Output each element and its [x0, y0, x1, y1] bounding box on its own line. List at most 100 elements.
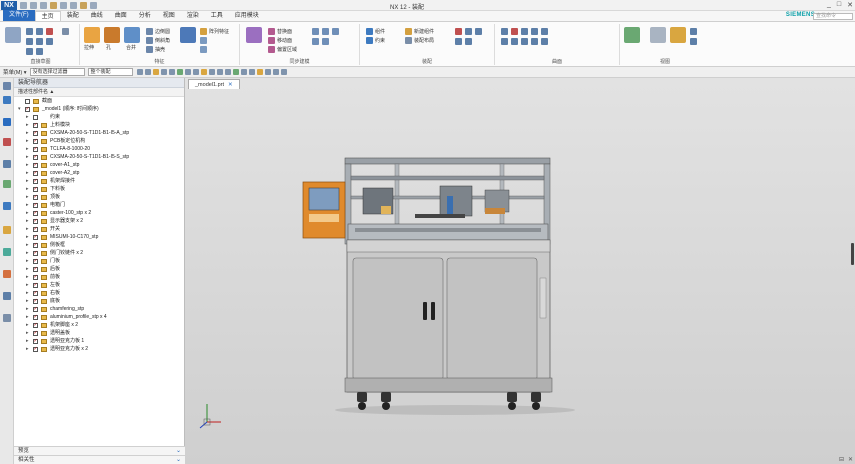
- view-triad[interactable]: [199, 404, 221, 429]
- fit-view-icon[interactable]: [200, 69, 207, 75]
- tree-row[interactable]: ▸ 机架脚座 x 2: [14, 321, 184, 329]
- more-features-icon[interactable]: [200, 46, 207, 53]
- new-component-icon[interactable]: [405, 28, 412, 35]
- collapse-icon[interactable]: ▾: [18, 105, 21, 113]
- visibility-checkbox[interactable]: [33, 337, 38, 345]
- expand-icon[interactable]: ▸: [26, 169, 29, 177]
- tree-row[interactable]: ▸ PCB板定位机构: [14, 137, 184, 145]
- expand-icon[interactable]: ▸: [26, 265, 29, 273]
- check-clearance-icon[interactable]: [465, 38, 472, 45]
- expand-icon[interactable]: ▸: [26, 305, 29, 313]
- expand-icon[interactable]: ▸: [26, 345, 29, 353]
- tab-curve[interactable]: 曲线: [85, 11, 109, 21]
- tree-row[interactable]: ▸ cover-A2_stp: [14, 169, 184, 177]
- window-switch-icon[interactable]: [80, 1, 87, 9]
- visibility-checkbox[interactable]: [33, 121, 38, 129]
- process-studio-icon[interactable]: [3, 248, 11, 256]
- expand-icon[interactable]: ▸: [26, 217, 29, 225]
- expand-icon[interactable]: ▸: [26, 193, 29, 201]
- line-icon[interactable]: [26, 28, 33, 35]
- undo-icon[interactable]: [30, 1, 37, 9]
- visibility-checkbox[interactable]: [33, 129, 38, 137]
- shaded-icon[interactable]: [232, 69, 239, 75]
- offset-surface-icon[interactable]: [501, 38, 508, 45]
- save-icon[interactable]: [20, 1, 27, 9]
- dependencies-panel-header[interactable]: 相关性 ⌄: [14, 455, 185, 464]
- visibility-checkbox[interactable]: [33, 161, 38, 169]
- arc-icon[interactable]: [36, 28, 43, 35]
- visibility-checkbox[interactable]: [33, 201, 38, 209]
- tab-applications[interactable]: 应用模块: [229, 11, 265, 21]
- trim-icon[interactable]: [26, 48, 33, 55]
- swept-icon[interactable]: [511, 28, 518, 35]
- tree-row[interactable]: ▾ _model1 (顺序: 时间顺序): [14, 105, 184, 113]
- visibility-checkbox[interactable]: [33, 321, 38, 329]
- display-icon[interactable]: [670, 27, 686, 43]
- select-all-icon[interactable]: [136, 69, 143, 75]
- tab-view[interactable]: 视图: [157, 11, 181, 21]
- render-style-icon[interactable]: [650, 27, 666, 43]
- visibility-checkbox[interactable]: [33, 114, 38, 120]
- close-window-icon[interactable]: ✕: [848, 456, 853, 463]
- tree-row[interactable]: ▸ 上料模块: [14, 121, 184, 129]
- visibility-checkbox[interactable]: [33, 297, 38, 305]
- expand-icon[interactable]: ▸: [26, 121, 29, 129]
- tree-row[interactable]: ▸ TCLFA-8-1000-20: [14, 145, 184, 153]
- snap-point-icon[interactable]: [152, 69, 159, 75]
- delete-face-icon[interactable]: [312, 28, 319, 35]
- expand-icon[interactable]: ▸: [26, 185, 29, 193]
- tree-row[interactable]: ▸ 左板: [14, 281, 184, 289]
- zoom-icon[interactable]: [208, 69, 215, 75]
- visibility-checkbox[interactable]: [33, 257, 38, 265]
- expand-icon[interactable]: ▸: [26, 329, 29, 337]
- tree-row[interactable]: ▸ CXSMA-20-50-S-T1D1-B1-I5-S_stp: [14, 153, 184, 161]
- show-hide-icon[interactable]: [264, 69, 271, 75]
- part-navigator-icon[interactable]: [3, 138, 11, 146]
- trim-body-icon[interactable]: [200, 37, 207, 44]
- tree-row[interactable]: ▸ 门板: [14, 257, 184, 265]
- dimension-icon[interactable]: [62, 28, 69, 35]
- minimize-button[interactable]: _: [827, 1, 831, 9]
- tree-row[interactable]: ▸ 透明盖板: [14, 329, 184, 337]
- tab-render[interactable]: 渲染: [181, 11, 205, 21]
- tree-row[interactable]: ▸ aluminium_profile_stp x 4: [14, 313, 184, 321]
- edge-blend-icon[interactable]: [146, 28, 153, 35]
- draft-icon[interactable]: [200, 28, 207, 35]
- command-search-input[interactable]: 查找命令: [813, 13, 853, 20]
- visibility-checkbox[interactable]: [33, 233, 38, 241]
- tab-assembly[interactable]: 装配: [61, 11, 85, 21]
- expand-icon[interactable]: ▸: [26, 153, 29, 161]
- tree-row[interactable]: ▸ 电箱门: [14, 201, 184, 209]
- through-curves-icon[interactable]: [501, 28, 508, 35]
- tree-row[interactable]: ▸ 底板: [14, 297, 184, 305]
- extension-icon[interactable]: [541, 38, 548, 45]
- tree-row[interactable]: ▸ 约束: [14, 113, 184, 121]
- tree-row[interactable]: ▸ 侧板框: [14, 241, 184, 249]
- expand-icon[interactable]: ▸: [26, 249, 29, 257]
- center-snap-icon[interactable]: [176, 69, 183, 75]
- pan-icon[interactable]: [224, 69, 231, 75]
- roles-icon[interactable]: [3, 270, 11, 278]
- visibility-checkbox[interactable]: [33, 185, 38, 193]
- visibility-checkbox[interactable]: [33, 137, 38, 145]
- sew-icon[interactable]: [521, 38, 528, 45]
- visibility-checkbox[interactable]: [33, 169, 38, 177]
- array-component-icon[interactable]: [475, 28, 482, 35]
- tree-row[interactable]: ▸ 透明亚克力板 x 2: [14, 345, 184, 353]
- wcs-icon[interactable]: [272, 69, 279, 75]
- quick-access-dropdown-icon[interactable]: [90, 1, 97, 9]
- tree-row[interactable]: ▸ CXSMA-20-50-S-T1D1-B1-I5-A_stp: [14, 129, 184, 137]
- endpoint-snap-icon[interactable]: [160, 69, 167, 75]
- visibility-checkbox[interactable]: [33, 281, 38, 289]
- thicken-icon[interactable]: [531, 38, 538, 45]
- view-orient-icon[interactable]: [624, 27, 640, 43]
- wireframe-icon[interactable]: [240, 69, 247, 75]
- menu-button[interactable]: 菜单(M) ▾: [0, 68, 30, 76]
- machine-model[interactable]: [185, 78, 855, 464]
- hd3d-tools-icon[interactable]: [3, 180, 11, 188]
- expand-icon[interactable]: ▸: [26, 321, 29, 329]
- constraint-navigator-icon[interactable]: [3, 118, 11, 126]
- rotate-icon[interactable]: [216, 69, 223, 75]
- extend-icon[interactable]: [36, 48, 43, 55]
- n-sided-icon[interactable]: [521, 28, 528, 35]
